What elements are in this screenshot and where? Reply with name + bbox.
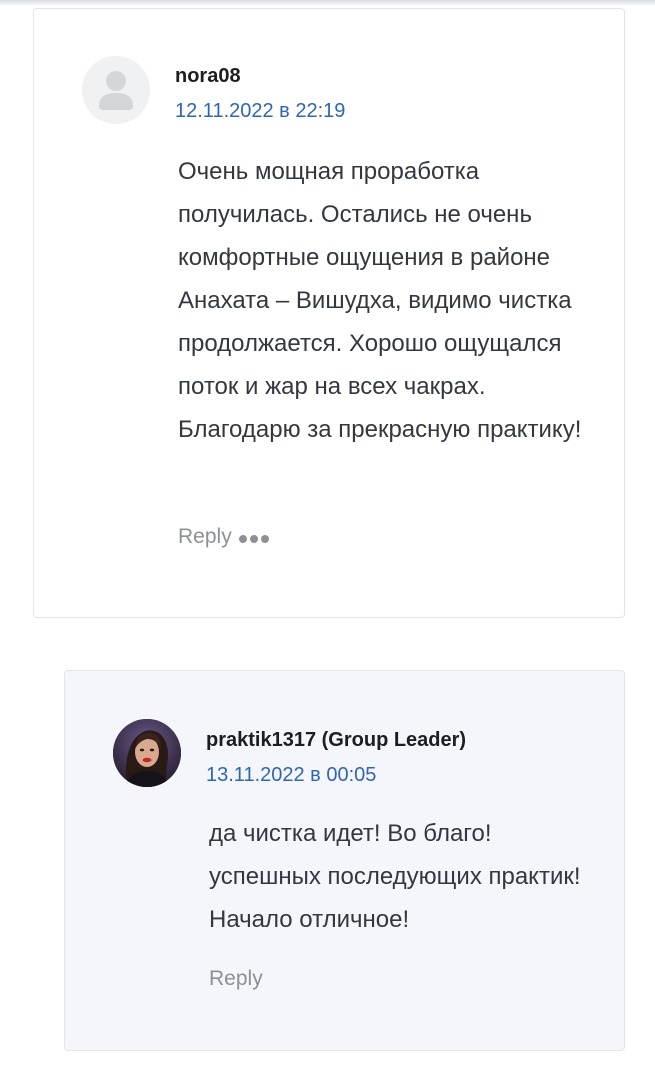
reply-button[interactable]: Reply	[178, 525, 232, 549]
default-user-icon[interactable]	[82, 56, 150, 124]
header-shadow	[0, 0, 655, 6]
default-user-icon-graphic	[82, 56, 150, 124]
comment-card: nora08 12.11.2022 в 22:19 Очень мощная п…	[33, 8, 625, 618]
comments-page: nora08 12.11.2022 в 22:19 Очень мощная п…	[0, 0, 655, 1080]
comment-text: Очень мощная проработка получилась. Оста…	[178, 158, 582, 443]
more-dots-icon-graphic	[239, 535, 269, 543]
comment-author[interactable]: nora08	[175, 65, 241, 88]
user-photo-avatar[interactable]	[113, 719, 181, 787]
comment-text: да чистка идет! Во благо! успешных после…	[209, 820, 581, 933]
reply-comment-card: praktik1317 (Group Leader) 13.11.2022 в …	[64, 670, 625, 1051]
more-dots-icon[interactable]	[238, 527, 270, 551]
user-photo-avatar-graphic	[113, 719, 181, 787]
comment-date-link[interactable]: 13.11.2022 в 00:05	[206, 764, 376, 787]
reply-button[interactable]: Reply	[209, 967, 263, 991]
comment-author[interactable]: praktik1317 (Group Leader)	[206, 729, 466, 752]
comment-date-link[interactable]: 12.11.2022 в 22:19	[175, 100, 345, 123]
